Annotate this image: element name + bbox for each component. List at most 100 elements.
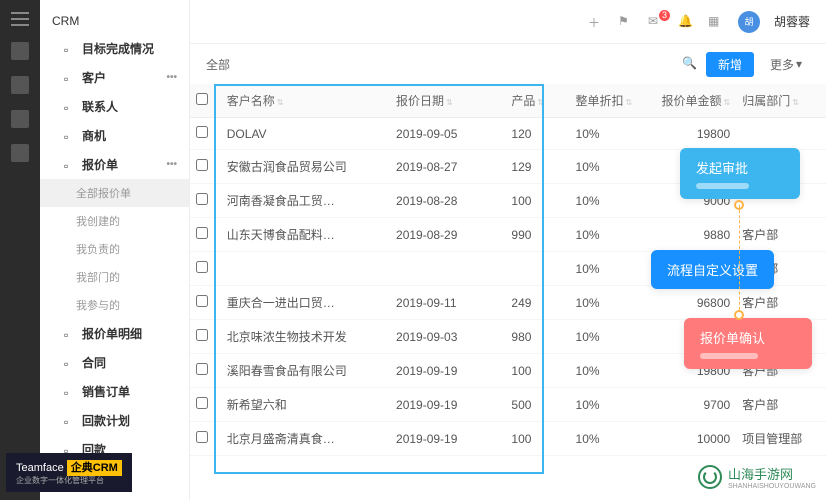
row-checkbox[interactable] bbox=[196, 126, 208, 138]
department bbox=[736, 118, 826, 150]
avatar[interactable]: 胡 bbox=[738, 11, 760, 33]
discount: 10% bbox=[570, 286, 647, 320]
customer-name: 北京月盛斋清真食品有... bbox=[227, 430, 347, 447]
product: 990 bbox=[505, 218, 569, 252]
filter-label[interactable]: 全部 bbox=[206, 56, 230, 73]
row-checkbox[interactable] bbox=[196, 329, 208, 341]
table-row[interactable]: 重庆合一进出口贸易有...2019-09-1124910%96800客户部 bbox=[190, 286, 826, 320]
sidebar-subitem[interactable]: 我参与的 bbox=[40, 291, 189, 319]
sidebar-item[interactable]: ▫回款计划 bbox=[40, 406, 189, 435]
nav-icon: ▫ bbox=[64, 386, 76, 398]
quote-date: 2019-08-27 bbox=[390, 150, 505, 184]
nav-icon: ▫ bbox=[64, 101, 76, 113]
discount: 10% bbox=[570, 422, 647, 456]
row-checkbox[interactable] bbox=[196, 363, 208, 375]
column-header[interactable]: 报价单金额⇅ bbox=[646, 84, 736, 118]
quote-date bbox=[390, 252, 505, 286]
sidebar-item[interactable]: ▫客户••• bbox=[40, 63, 189, 92]
new-button[interactable]: 新增 bbox=[706, 52, 754, 77]
menu-icon[interactable] bbox=[11, 12, 29, 26]
row-checkbox[interactable] bbox=[196, 193, 208, 205]
row-checkbox[interactable] bbox=[196, 261, 208, 273]
sidebar-item[interactable]: ▫目标完成情况 bbox=[40, 34, 189, 63]
table-row[interactable]: 新希望六和2019-09-1950010%9700客户部 bbox=[190, 388, 826, 422]
select-all-checkbox[interactable] bbox=[196, 93, 208, 105]
sidebar-item[interactable]: ▫销售订单 bbox=[40, 377, 189, 406]
sort-icon[interactable]: ⇅ bbox=[792, 98, 799, 107]
rail-item[interactable] bbox=[11, 110, 29, 128]
sidebar-item[interactable]: ▫报价单明细 bbox=[40, 319, 189, 348]
quote-date: 2019-08-28 bbox=[390, 184, 505, 218]
footer-brand-left: Teamface 企典CRM 企业数字一体化管理平台 bbox=[6, 453, 132, 492]
more-button[interactable]: 更多 ▾ bbox=[762, 52, 810, 77]
callout-confirm: 报价单确认 bbox=[684, 318, 812, 369]
rail-item[interactable] bbox=[11, 42, 29, 60]
connector-dot bbox=[734, 310, 744, 320]
product: 980 bbox=[505, 320, 569, 354]
footer-brand-right: 山海手游网 SHANHAISHOUYOUWANG bbox=[698, 464, 816, 490]
nav-icon: ▫ bbox=[64, 130, 76, 142]
amount: 9700 bbox=[646, 388, 736, 422]
sidebar-subitem[interactable]: 我负责的 bbox=[40, 235, 189, 263]
customer-name: 溪阳春雪食品有限公司 bbox=[227, 362, 347, 379]
plus-icon[interactable]: ＋ bbox=[588, 14, 604, 30]
table-row[interactable]: 北京月盛斋清真食品有...2019-09-1910010%10000项目管理部 bbox=[190, 422, 826, 456]
row-checkbox[interactable] bbox=[196, 227, 208, 239]
row-checkbox[interactable] bbox=[196, 159, 208, 171]
nav-icon: ▫ bbox=[64, 328, 76, 340]
quote-date: 2019-09-19 bbox=[390, 354, 505, 388]
flag-icon[interactable]: ⚑ bbox=[618, 14, 634, 30]
dots-icon[interactable]: ••• bbox=[166, 159, 177, 170]
rail-item[interactable] bbox=[11, 76, 29, 94]
column-header[interactable]: 整单折扣⇅ bbox=[570, 84, 647, 118]
sidebar-item[interactable]: ▫联系人 bbox=[40, 92, 189, 121]
product: 500 bbox=[505, 388, 569, 422]
column-header[interactable]: 客户名称⇅ bbox=[221, 84, 390, 118]
row-checkbox[interactable] bbox=[196, 295, 208, 307]
user-name: 胡蓉蓉 bbox=[774, 13, 810, 30]
discount: 10% bbox=[570, 252, 647, 286]
discount: 10% bbox=[570, 118, 647, 150]
sort-icon[interactable]: ⇅ bbox=[537, 98, 544, 107]
product: 120 bbox=[505, 118, 569, 150]
left-rail bbox=[0, 0, 40, 500]
sidebar-item[interactable]: ▫合同 bbox=[40, 348, 189, 377]
customer-name: 河南香凝食品工贸有限... bbox=[227, 192, 347, 209]
sort-icon[interactable]: ⇅ bbox=[446, 98, 453, 107]
grid-icon[interactable]: ▦ bbox=[708, 14, 724, 30]
sort-icon[interactable]: ⇅ bbox=[277, 98, 284, 107]
search-icon[interactable]: 🔍 bbox=[682, 56, 698, 72]
sidebar-subitem[interactable]: 全部报价单 bbox=[40, 179, 189, 207]
department: 客户部 bbox=[736, 218, 826, 252]
quote-date: 2019-09-05 bbox=[390, 118, 505, 150]
connector-line bbox=[739, 205, 740, 315]
column-header[interactable]: 报价日期⇅ bbox=[390, 84, 505, 118]
notification-badge: 3 bbox=[659, 10, 670, 21]
app-title: CRM bbox=[40, 8, 189, 34]
nav-icon: ▫ bbox=[64, 43, 76, 55]
sidebar-item[interactable]: ▫商机 bbox=[40, 121, 189, 150]
amount: 19800 bbox=[646, 118, 736, 150]
customer-name: 重庆合一进出口贸易有... bbox=[227, 294, 347, 311]
sort-icon[interactable]: ⇅ bbox=[723, 98, 730, 107]
discount: 10% bbox=[570, 354, 647, 388]
mail-icon[interactable]: ✉3 bbox=[648, 14, 664, 30]
row-checkbox[interactable] bbox=[196, 431, 208, 443]
sidebar-item[interactable]: ▫报价单••• bbox=[40, 150, 189, 179]
nav-icon: ▫ bbox=[64, 415, 76, 427]
column-header[interactable]: 产品⇅ bbox=[505, 84, 569, 118]
column-header[interactable]: 归属部门⇅ bbox=[736, 84, 826, 118]
row-checkbox[interactable] bbox=[196, 397, 208, 409]
sidebar-subitem[interactable]: 我创建的 bbox=[40, 207, 189, 235]
table-row[interactable]: DOLAV2019-09-0512010%19800 bbox=[190, 118, 826, 150]
nav-icon: ▫ bbox=[64, 357, 76, 369]
bell-icon[interactable]: 🔔 bbox=[678, 14, 694, 30]
product: 100 bbox=[505, 354, 569, 388]
dots-icon[interactable]: ••• bbox=[166, 72, 177, 83]
table-row[interactable]: 山东天博食品配料有限...2019-08-2999010%9880客户部 bbox=[190, 218, 826, 252]
product: 249 bbox=[505, 286, 569, 320]
product bbox=[505, 252, 569, 286]
sort-icon[interactable]: ⇅ bbox=[626, 98, 633, 107]
rail-item[interactable] bbox=[11, 144, 29, 162]
sidebar-subitem[interactable]: 我部门的 bbox=[40, 263, 189, 291]
